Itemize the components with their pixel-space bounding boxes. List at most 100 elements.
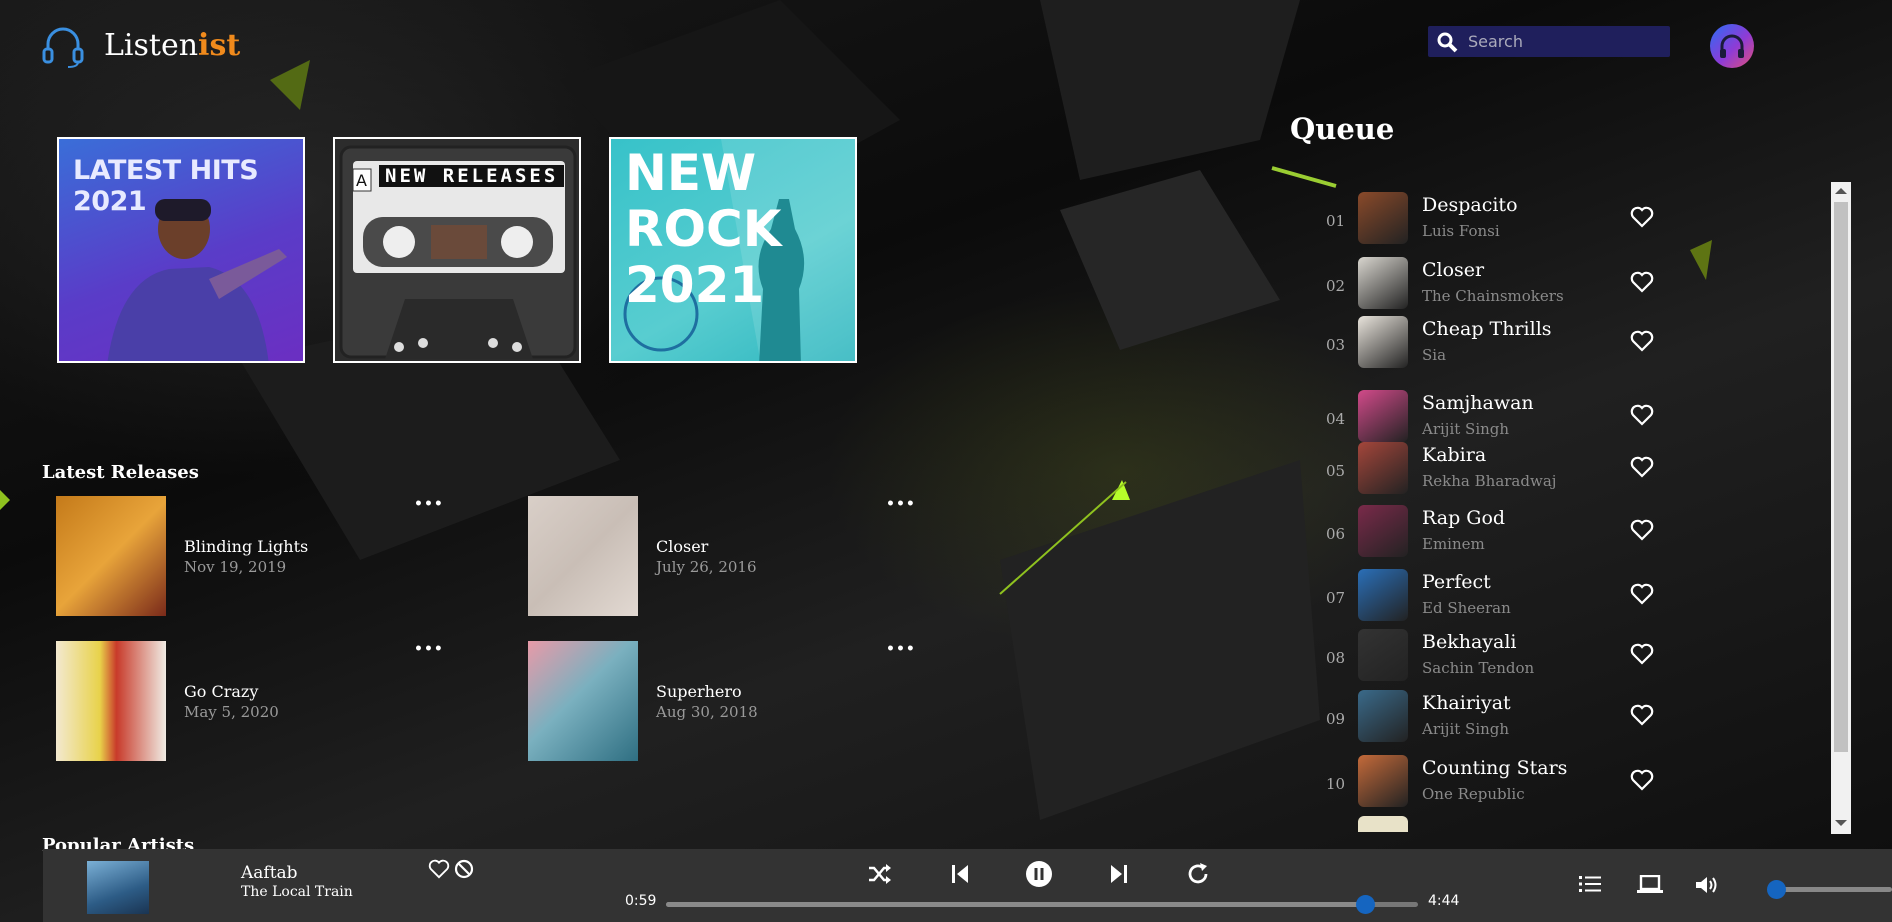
queue-item-artist: Arijit Singh [1422, 420, 1510, 438]
queue-item-artist: The Chainsmokers [1422, 287, 1564, 305]
now-playing-artist: The Local Train [241, 884, 353, 900]
queue-item[interactable]: 04 Samjhawan Arijit Singh [1322, 390, 1662, 442]
release-date: May 5, 2020 [184, 702, 279, 721]
queue-item[interactable]: 08 Bekhayali Sachin Tendon [1322, 629, 1662, 681]
queue-item-artist: One Republic [1422, 785, 1525, 803]
app-title: Listenist [104, 27, 241, 63]
queue-item-number: 05 [1326, 462, 1346, 480]
queue-item-number: 10 [1326, 775, 1346, 793]
current-time: 0:59 [625, 893, 657, 909]
repeat-button[interactable] [1183, 859, 1213, 889]
queue-item-title: Kabira [1422, 444, 1487, 466]
queue-item-number: 09 [1326, 710, 1346, 728]
heart-icon[interactable] [1630, 330, 1654, 352]
heart-icon[interactable] [1630, 583, 1654, 605]
scroll-down-arrow[interactable] [1835, 820, 1847, 826]
queue-item-artist: Sachin Tendon [1422, 659, 1535, 677]
pause-button[interactable] [1024, 859, 1054, 889]
queue-item-title: Samjhawan [1422, 392, 1534, 414]
more-options-button[interactable]: ••• [414, 641, 444, 657]
release-cover [56, 496, 166, 616]
queue-scrollbar-thumb[interactable] [1834, 202, 1848, 752]
release-item[interactable]: Superhero Aug 30, 2018 [528, 641, 758, 761]
queue-item[interactable]: 07 Perfect Ed Sheeran [1322, 569, 1662, 621]
search-bar[interactable] [1428, 26, 1670, 57]
repeat-icon [1188, 863, 1208, 884]
queue-item-cover [1358, 505, 1408, 557]
more-options-button[interactable]: ••• [886, 496, 916, 512]
user-avatar[interactable] [1710, 24, 1754, 68]
progress-bar[interactable] [666, 895, 1418, 914]
laptop-icon[interactable] [1637, 875, 1663, 895]
queue-item-title: Cheap Thrills [1422, 318, 1552, 340]
queue-item[interactable]: 06 Rap God Eminem [1322, 505, 1662, 557]
queue-item-artist: Luis Fonsi [1422, 222, 1500, 240]
volume-icon[interactable] [1695, 875, 1721, 895]
queue-item[interactable]: 10 Counting Stars One Republic [1322, 755, 1662, 807]
heart-icon[interactable] [1630, 456, 1654, 478]
queue-item-number: 08 [1326, 649, 1346, 667]
next-button[interactable] [1104, 859, 1134, 889]
queue-item[interactable]: 09 Khairiyat Arijit Singh [1322, 690, 1662, 742]
queue-item-title: Rap God [1422, 507, 1506, 529]
queue-item-title: Khairiyat [1422, 692, 1511, 714]
queue-item[interactable]: 02 Closer The Chainsmokers [1322, 257, 1662, 309]
release-cover [56, 641, 166, 761]
release-title: Go Crazy [184, 681, 259, 701]
queue-item[interactable] [1322, 816, 1662, 832]
volume-slider[interactable] [1767, 880, 1892, 899]
queue-item-cover [1358, 390, 1408, 442]
queue-item-number: 03 [1326, 336, 1346, 354]
queue-item[interactable]: 05 Kabira Rekha Bharadwaj [1322, 442, 1662, 494]
featured-card-new-rock[interactable]: NEW ROCK 2021 [609, 137, 857, 363]
skip-forward-icon [1111, 865, 1127, 883]
release-title: Superhero [656, 681, 742, 701]
search-input[interactable] [1466, 31, 1660, 52]
shuffle-button[interactable] [865, 859, 895, 889]
queue-item-artist: Ed Sheeran [1422, 599, 1511, 617]
release-item[interactable]: Blinding Lights Nov 19, 2019 [56, 496, 308, 616]
queue-list[interactable]: 01 Despacito Luis Fonsi 02 Closer The Chainsm… [1322, 192, 1662, 832]
scroll-up-arrow[interactable] [1835, 188, 1847, 194]
heart-icon[interactable] [1630, 271, 1654, 293]
featured-card-new-releases[interactable]: A NEW RELEASES [333, 137, 581, 363]
progress-knob[interactable] [1356, 895, 1376, 914]
release-item[interactable]: Go Crazy May 5, 2020 [56, 641, 279, 761]
heart-icon[interactable] [1630, 206, 1654, 228]
heart-icon[interactable] [1630, 519, 1654, 541]
heart-icon[interactable] [1630, 769, 1654, 791]
release-date: Nov 19, 2019 [184, 557, 287, 576]
release-cover [528, 496, 638, 616]
queue-item[interactable]: 01 Despacito Luis Fonsi [1322, 192, 1662, 244]
volume-knob[interactable] [1767, 880, 1787, 899]
more-options-button[interactable]: ••• [414, 496, 444, 512]
avatar-headphones-icon [1720, 34, 1744, 58]
heart-icon[interactable] [1630, 643, 1654, 665]
app-logo[interactable]: Listenist [42, 22, 240, 68]
block-icon[interactable] [454, 859, 474, 879]
singer-image [107, 199, 287, 361]
total-time: 4:44 [1428, 893, 1460, 909]
release-date: Aug 30, 2018 [656, 702, 758, 721]
headphones-icon [42, 27, 84, 68]
skip-back-icon [952, 865, 968, 883]
shuffle-icon [869, 864, 891, 884]
heart-icon[interactable] [1630, 704, 1654, 726]
queue-item-number: 07 [1326, 589, 1346, 607]
queue-item-cover [1358, 569, 1408, 621]
heart-icon[interactable] [428, 859, 450, 879]
featured-card-latest-hits[interactable]: LATEST HITS 2021 [57, 137, 305, 363]
heart-icon[interactable] [1630, 404, 1654, 426]
queue-item-title: Despacito [1422, 194, 1518, 216]
release-item[interactable]: Closer July 26, 2016 [528, 496, 757, 616]
queue-item-cover [1358, 816, 1408, 832]
release-title: Closer [656, 536, 709, 556]
more-options-button[interactable]: ••• [886, 641, 916, 657]
queue-list-icon[interactable] [1579, 875, 1601, 893]
svg-text:A: A [356, 171, 367, 190]
queue-item-number: 02 [1326, 277, 1346, 295]
player-bar: Aaftab The Local Train 0:59 4:44 [43, 849, 1892, 922]
previous-button[interactable] [945, 859, 975, 889]
queue-item[interactable]: 03 Cheap Thrills Sia [1322, 316, 1662, 368]
queue-item-title: Counting Stars [1422, 757, 1568, 779]
